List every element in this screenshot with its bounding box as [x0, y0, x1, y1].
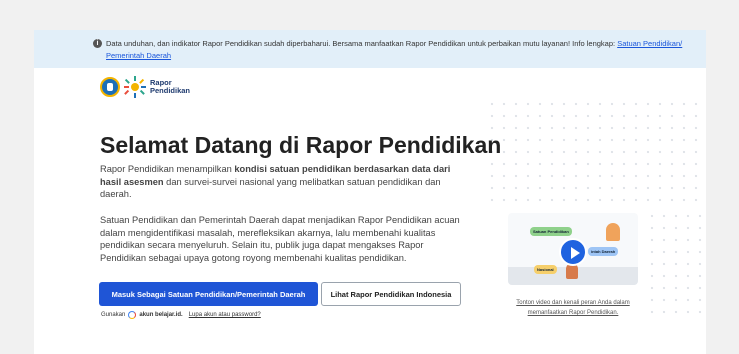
page-container: i Data unduhan, dan indikator Rapor Pend… [34, 30, 706, 354]
intro-text-start: Rapor Pendidikan menampilkan [100, 164, 235, 174]
logo-line-2: Pendidikan [150, 86, 191, 95]
tut-wuri-emblem-icon [100, 77, 120, 97]
intro-paragraph: Rapor Pendidikan menampilkan kondisi sat… [100, 163, 468, 201]
sun-logo-icon [124, 76, 146, 98]
info-icon: i [93, 39, 102, 48]
login-prefix: Gunakan [101, 312, 126, 318]
video-chip-nasional: Nasional [534, 265, 557, 274]
video-person-figure [606, 223, 620, 241]
google-icon [128, 311, 137, 319]
play-icon[interactable] [559, 238, 587, 266]
description-paragraph: Satuan Pendidikan dan Pemerintah Daerah … [100, 215, 460, 263]
update-notice-banner: i Data unduhan, dan indikator Rapor Pend… [34, 30, 706, 68]
notice-text: Data unduhan, dan indikator Rapor Pendid… [106, 39, 616, 48]
login-account-text: akun belajar.id. [139, 312, 183, 318]
login-school-government-button[interactable]: Masuk Sebagai Satuan Pendidikan/Pemerint… [99, 282, 318, 306]
video-chip-satuan: Satuan Pendidikan [530, 227, 572, 236]
decorative-dot-grid [646, 210, 706, 320]
video-thumbnail[interactable]: Satuan Pendidikan intah Daerah Nasional [508, 213, 638, 285]
login-note: Gunakan akun belajar.id. Lupa akun atau … [101, 311, 261, 319]
forgot-account-link[interactable]: Lupa akun atau password? [189, 312, 261, 318]
logo-text: Rapor Pendidikan [150, 79, 190, 95]
video-chip-daerah: intah Daerah [588, 247, 619, 256]
video-caption-link[interactable]: Tonton video dan kenali peran Anda dalam… [504, 298, 642, 318]
view-national-report-button[interactable]: Lihat Rapor Pendidikan Indonesia [321, 282, 461, 306]
decorative-dot-grid [486, 98, 706, 208]
rapor-pendidikan-logo[interactable]: Rapor Pendidikan [100, 76, 190, 98]
page-title: Selamat Datang di Rapor Pendidikan [100, 132, 502, 158]
